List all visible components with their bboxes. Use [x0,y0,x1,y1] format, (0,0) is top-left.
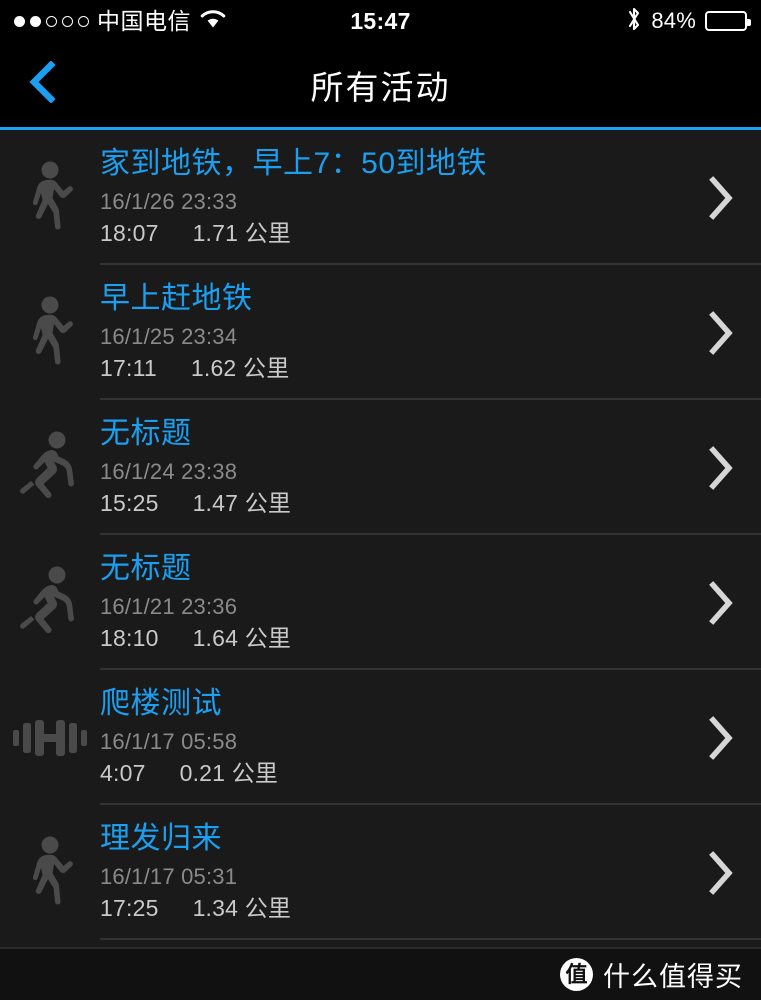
signal-dot-2 [30,15,41,27]
dumbbell-icon [0,716,100,760]
activity-row[interactable]: 家到地铁，早上7：50到地铁 16/1/26 23:33 18:07 1.71 公里 [0,130,761,265]
status-bar: 中国电信 15:47 84% [0,0,761,42]
signal-dot-3 [46,15,57,27]
signal-dot-4 [62,15,73,27]
activity-details: 早上赶地铁 16/1/25 23:34 17:11 1.62 公里 [100,282,681,384]
back-button[interactable] [10,42,74,127]
signal-strength-dots [14,15,89,27]
activity-title: 爬楼测试 [100,686,222,720]
smzdm-logo-icon: 值 [560,958,593,991]
activity-distance: 1.62 公里 [190,354,290,381]
activity-title: 无标题 [100,551,192,585]
activity-details: 爬楼测试 16/1/17 05:58 4:07 0.21 公里 [100,687,681,789]
activity-distance: 1.71 公里 [192,219,292,246]
activity-distance: 0.21 公里 [179,759,279,786]
chevron-right-icon[interactable] [681,715,761,760]
chevron-right-icon[interactable] [681,175,761,220]
activity-duration: 15:25 [100,489,159,516]
activity-details: 无标题 16/1/24 23:38 15:25 1.47 公里 [100,417,681,519]
activity-date: 16/1/17 05:31 [100,864,238,890]
activity-distance: 1.64 公里 [192,624,292,651]
activity-row[interactable]: 早上赶地铁 16/1/25 23:34 17:11 1.62 公里 [0,265,761,400]
walking-icon [0,296,100,370]
battery-percent-label: 84% [651,8,697,33]
activity-date: 16/1/26 23:33 [100,189,238,215]
activity-stats: 17:11 1.62 公里 [100,354,671,384]
activity-stats: 18:07 1.71 公里 [100,219,671,249]
activity-duration: 18:07 [100,219,159,246]
running-icon [0,431,100,505]
activity-row[interactable]: 理发归来 16/1/17 05:31 17:25 1.34 公里 [0,805,761,940]
activity-details: 理发归来 16/1/17 05:31 17:25 1.34 公里 [100,822,681,924]
status-bar-clock: 15:47 [350,7,411,34]
activity-stats: 18:10 1.64 公里 [100,624,671,654]
activity-details: 家到地铁，早上7：50到地铁 16/1/26 23:33 18:07 1.71 公里 [100,147,681,249]
status-bar-right: 84% [411,6,752,37]
activity-date: 16/1/17 05:58 [100,729,238,755]
activity-stats: 15:25 1.47 公里 [100,489,671,519]
activity-date: 16/1/21 23:36 [100,594,238,620]
activity-row[interactable]: 无标题 16/1/24 23:38 15:25 1.47 公里 [0,400,761,535]
activity-duration: 17:11 [100,354,157,381]
chevron-left-icon [27,60,57,108]
walking-icon [0,836,100,910]
activity-stats: 17:25 1.34 公里 [100,894,671,924]
watermark-label: 什么值得买 [603,962,743,992]
row-divider [100,938,761,940]
chevron-right-icon[interactable] [681,850,761,895]
activity-row[interactable]: 爬楼测试 16/1/17 05:58 4:07 0.21 公里 [0,670,761,805]
running-icon [0,566,100,640]
activity-stats: 4:07 0.21 公里 [100,759,671,789]
navigation-bar: 所有活动 [0,42,761,127]
walking-icon [0,161,100,235]
activity-title: 早上赶地铁 [100,281,253,315]
signal-dot-1 [14,15,25,27]
activity-row[interactable]: 无标题 16/1/21 23:36 18:10 1.64 公里 [0,535,761,670]
activity-duration: 17:25 [100,894,159,921]
chevron-right-icon[interactable] [681,445,761,490]
activity-title: 家到地铁，早上7：50到地铁 [100,146,488,180]
activity-date: 16/1/25 23:34 [100,324,238,350]
carrier-label: 中国电信 [97,7,191,34]
status-bar-left: 中国电信 [14,8,350,34]
chevron-right-icon[interactable] [681,580,761,625]
chevron-right-icon[interactable] [681,310,761,355]
activity-list[interactable]: 家到地铁，早上7：50到地铁 16/1/26 23:33 18:07 1.71 公里早… [0,130,761,950]
bluetooth-icon [626,6,642,37]
signal-dot-5 [78,15,89,27]
watermark-bar: 值 什么值得买 [0,947,761,1000]
activity-distance: 1.47 公里 [192,489,292,516]
activity-title: 无标题 [100,416,192,450]
wifi-icon [199,8,227,34]
activity-title: 理发归来 [100,821,222,855]
battery-icon [705,11,752,31]
activity-distance: 1.34 公里 [192,894,292,921]
activity-duration: 18:10 [100,624,159,651]
activity-date: 16/1/24 23:38 [100,459,238,485]
page-title: 所有活动 [310,68,451,106]
activity-duration: 4:07 [100,759,146,786]
activity-details: 无标题 16/1/21 23:36 18:10 1.64 公里 [100,552,681,654]
